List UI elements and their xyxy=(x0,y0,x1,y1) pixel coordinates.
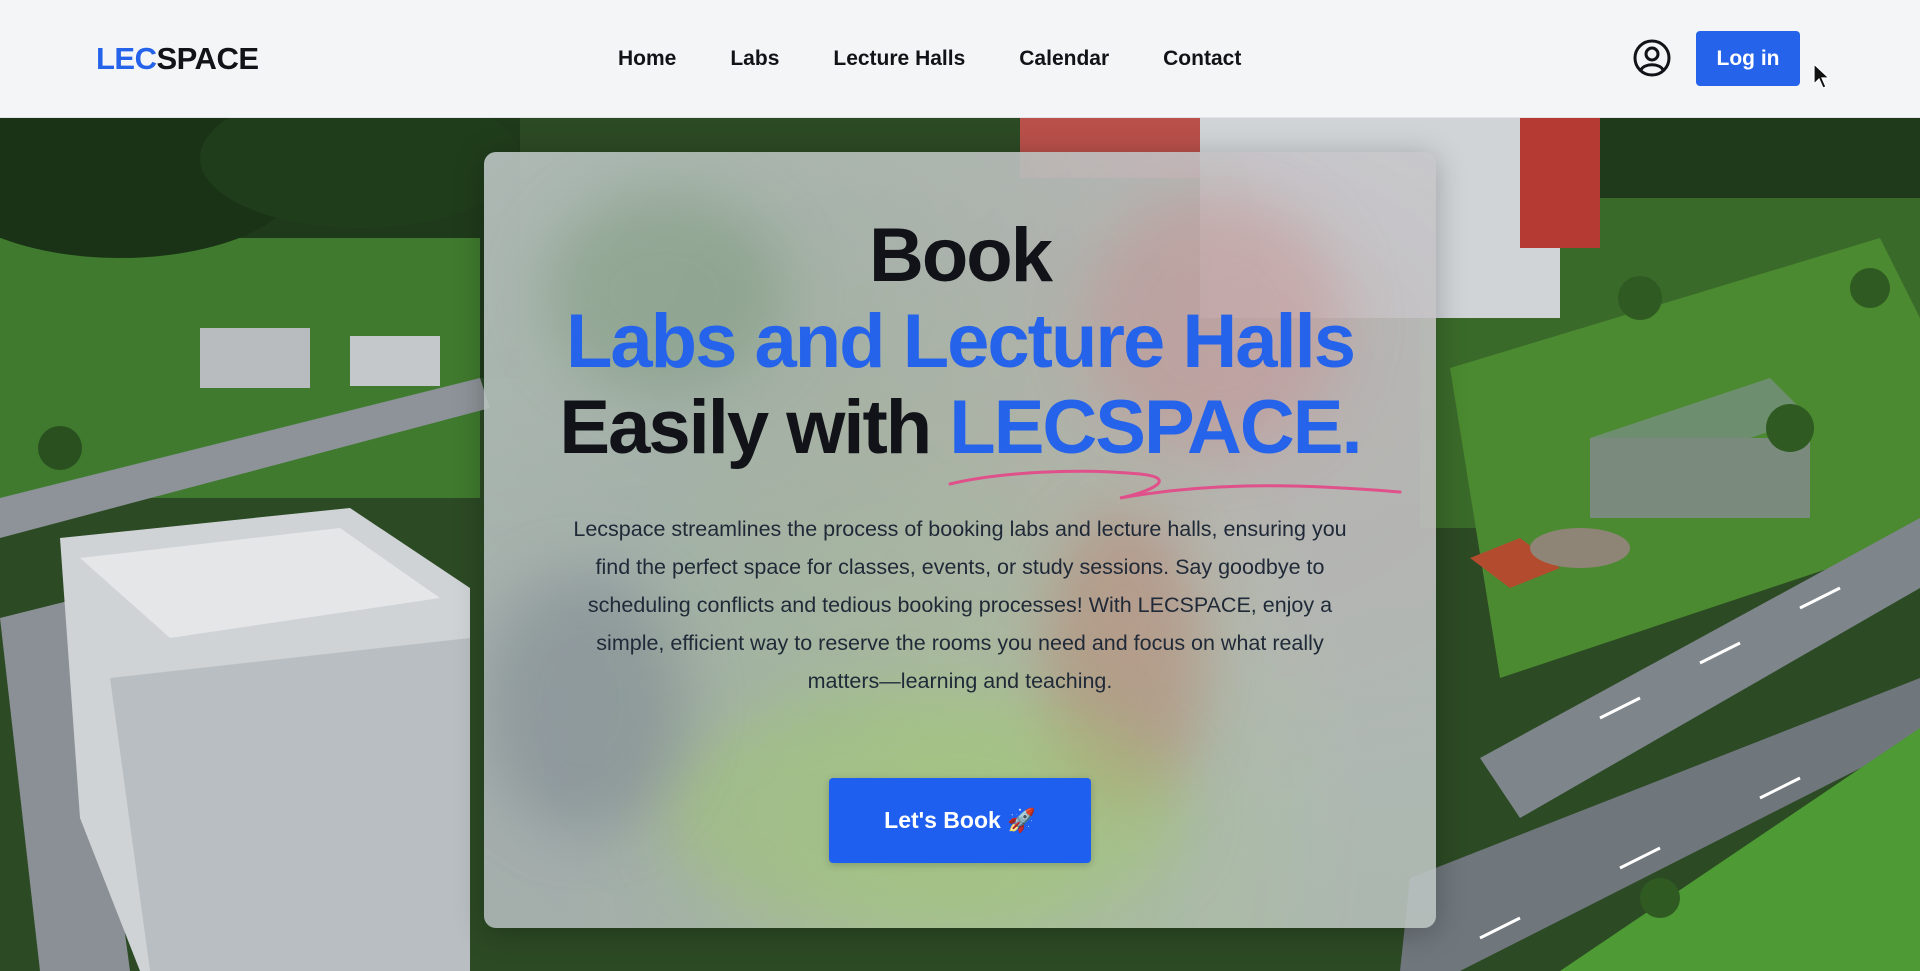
navbar: LECSPACE Home Labs Lecture Halls Calenda… xyxy=(0,0,1920,118)
main-nav: Home Labs Lecture Halls Calendar Contact xyxy=(618,44,1241,74)
hero-heading-line1: Book xyxy=(869,213,1053,298)
nav-lecture-halls[interactable]: Lecture Halls xyxy=(833,44,965,74)
nav-home[interactable]: Home xyxy=(618,44,676,74)
logo-accent-text: LEC xyxy=(96,41,157,76)
logo-text: SPACE xyxy=(156,41,260,76)
logo[interactable]: LECSPACE xyxy=(96,40,259,78)
login-button[interactable]: Log in xyxy=(1696,31,1800,86)
hero-heading-line3: Easily with LECSPACE. xyxy=(484,386,1436,470)
hero-card: Book Labs and Lecture Halls Easily with … xyxy=(484,152,1436,928)
hero-heading-brand: LECSPACE. xyxy=(949,385,1362,470)
nav-contact[interactable]: Contact xyxy=(1163,44,1241,74)
hero-heading-line3-prefix: Easily with xyxy=(559,385,950,470)
mouse-cursor-icon xyxy=(1812,62,1831,90)
lets-book-button[interactable]: Let's Book 🚀 xyxy=(829,778,1091,863)
hero-description: Lecspace streamlines the process of book… xyxy=(573,517,1347,693)
hero-heading-line2: Labs and Lecture Halls xyxy=(565,299,1356,384)
user-circle-icon[interactable] xyxy=(1632,38,1672,78)
nav-calendar[interactable]: Calendar xyxy=(1019,44,1109,74)
nav-labs[interactable]: Labs xyxy=(730,44,779,74)
